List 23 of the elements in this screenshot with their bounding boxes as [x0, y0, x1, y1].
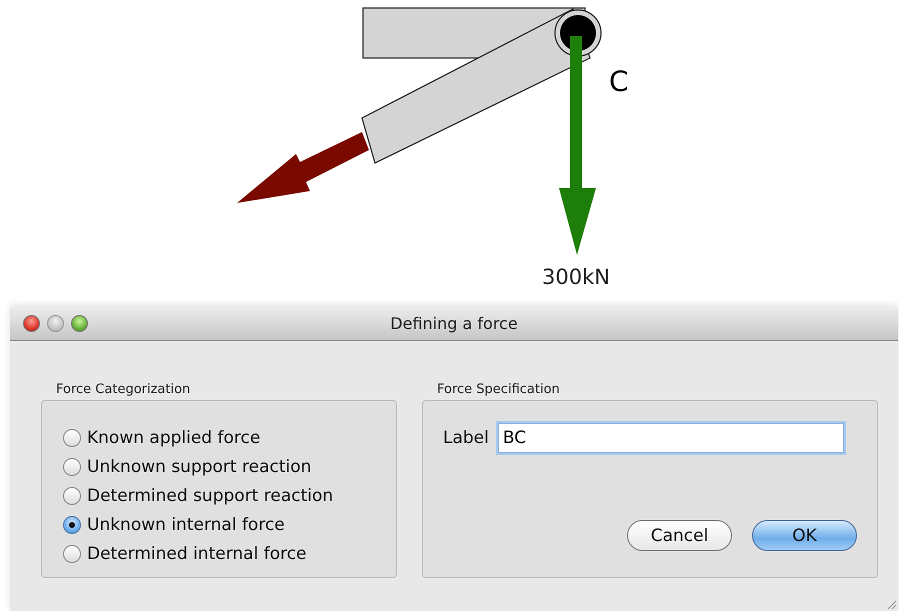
- ok-button[interactable]: OK: [752, 520, 857, 551]
- force-label: 300kN: [542, 265, 610, 289]
- radio-button[interactable]: [63, 516, 81, 534]
- close-button[interactable]: [23, 315, 40, 332]
- resize-grip-icon: [886, 599, 896, 609]
- radio-button[interactable]: [63, 544, 81, 562]
- group-title: Force Categorization: [56, 382, 192, 397]
- label-field[interactable]: BC: [498, 423, 844, 453]
- zoom-button[interactable]: [71, 315, 88, 332]
- group-title: Force Specification: [437, 382, 561, 397]
- cancel-button[interactable]: Cancel: [627, 520, 732, 551]
- radio-button[interactable]: [63, 458, 81, 476]
- minimize-button[interactable]: [47, 315, 64, 332]
- field-label: Label: [443, 428, 489, 448]
- radio-option[interactable]: Unknown internal force: [63, 510, 396, 539]
- window-title: Defining a force: [390, 314, 518, 333]
- radio-option[interactable]: Determined internal force: [63, 539, 396, 568]
- radio-option[interactable]: Unknown support reaction: [63, 452, 396, 481]
- radio-button[interactable]: [63, 428, 81, 446]
- radio-option[interactable]: Determined support reaction: [63, 481, 396, 510]
- radio-option[interactable]: Known applied force: [63, 423, 396, 452]
- radio-button[interactable]: [63, 486, 81, 504]
- joint-label: C: [609, 65, 629, 98]
